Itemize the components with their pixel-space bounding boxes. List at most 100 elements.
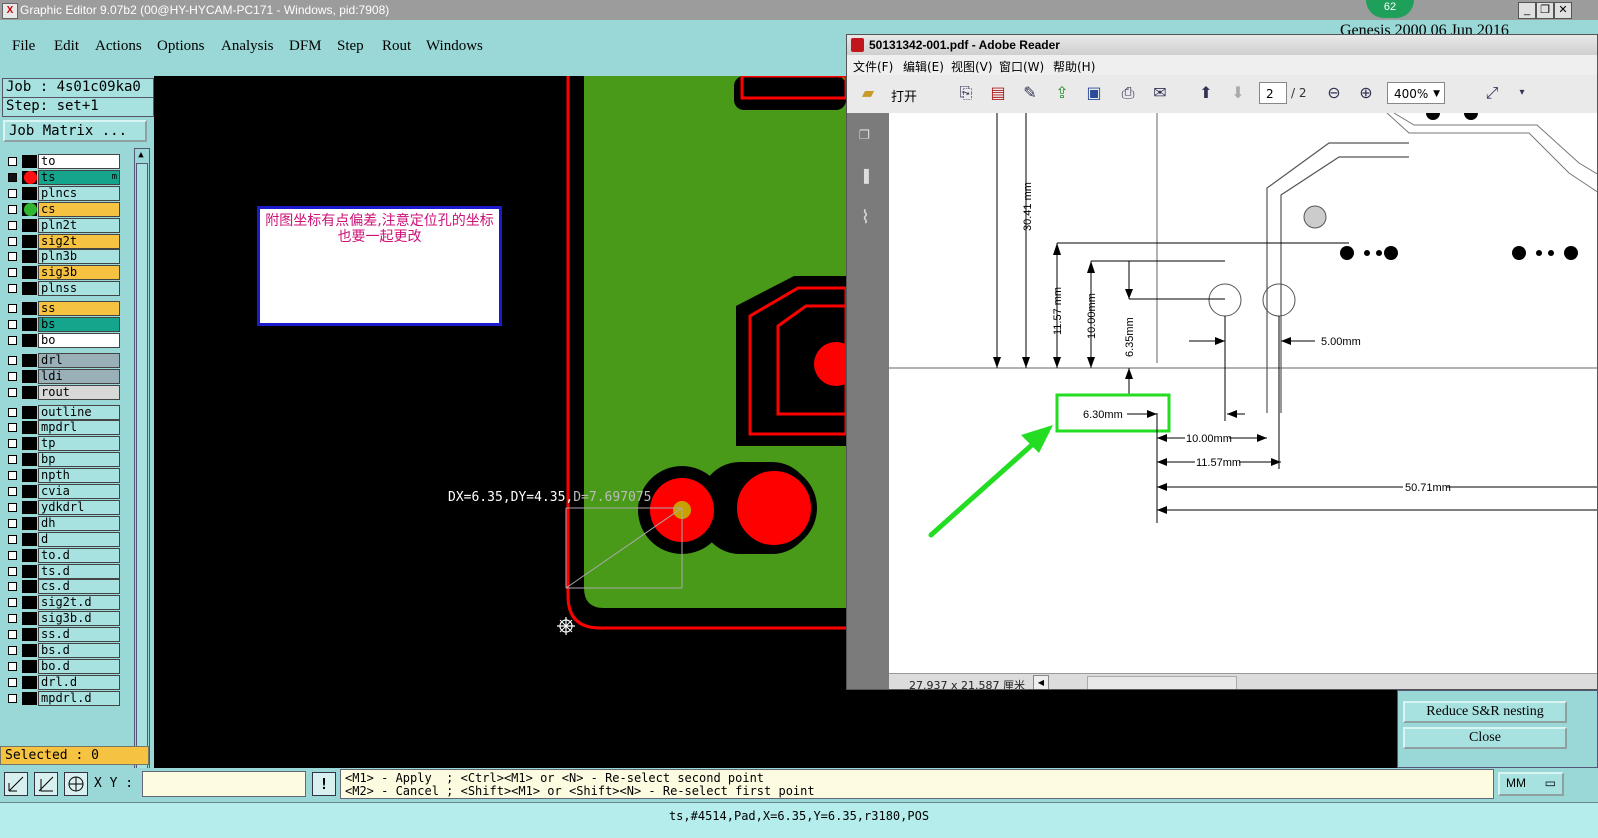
layer-name[interactable]: npth <box>38 468 120 484</box>
layer-name[interactable]: rout <box>38 384 120 400</box>
layer-checkbox[interactable] <box>8 407 17 417</box>
layer-row[interactable]: to.d <box>4 547 120 563</box>
layer-swatch[interactable] <box>22 421 37 435</box>
layer-name[interactable]: outline <box>38 404 120 420</box>
layer-swatch[interactable] <box>22 469 37 483</box>
layer-swatch[interactable] <box>22 282 37 296</box>
layer-checkbox[interactable] <box>8 304 17 314</box>
layer-row[interactable]: outline <box>4 404 120 420</box>
menu-analysis[interactable]: Analysis <box>221 38 274 55</box>
layer-name[interactable]: sig3b <box>38 265 120 281</box>
layer-checkbox[interactable] <box>8 518 17 528</box>
layer-name[interactable]: bo.d <box>38 658 120 674</box>
page-down-icon[interactable]: ⬇ <box>1227 83 1249 103</box>
close-window-button[interactable]: ✕ <box>1554 2 1572 19</box>
layer-name[interactable]: dh <box>38 515 120 531</box>
job-matrix-button[interactable]: Job Matrix ... <box>3 120 147 142</box>
layer-checkbox[interactable] <box>8 220 17 230</box>
layer-checkbox[interactable] <box>8 204 17 214</box>
layer-row[interactable]: sig3b.d <box>4 611 120 627</box>
layer-row[interactable]: sig2t <box>4 233 120 249</box>
layer-name[interactable]: to <box>38 154 120 169</box>
layer-checkbox[interactable] <box>8 471 17 481</box>
layer-swatch[interactable] <box>22 234 37 248</box>
layer-name[interactable]: mpdrl.d <box>38 690 120 706</box>
layer-checkbox[interactable] <box>8 157 17 166</box>
layer-row[interactable]: sig2t.d <box>4 595 120 611</box>
menu-edit[interactable]: Edit <box>54 38 79 55</box>
menu-options[interactable]: Options <box>157 38 205 55</box>
layer-name[interactable]: cs.d <box>38 579 120 595</box>
layer-name[interactable]: sig2t <box>38 233 120 249</box>
edit-icon[interactable]: ✎ <box>1019 83 1041 103</box>
layer-checkbox[interactable] <box>8 423 17 433</box>
layer-swatch[interactable] <box>22 385 37 399</box>
zoom-in-icon[interactable]: ⊕ <box>1355 83 1377 103</box>
page-up-icon[interactable]: ⬆ <box>1195 83 1217 103</box>
menu-windows[interactable]: Windows <box>426 38 483 55</box>
attachment-icon[interactable]: ⌇ <box>861 207 870 228</box>
layer-checkbox[interactable] <box>8 172 17 182</box>
layer-checkbox[interactable] <box>8 387 17 397</box>
layer-row[interactable]: mpdrl <box>4 420 120 436</box>
layer-name[interactable]: bp <box>38 452 120 468</box>
layer-checkbox[interactable] <box>8 646 17 655</box>
layer-swatch[interactable] <box>22 485 37 498</box>
menu-dfm[interactable]: DFM <box>289 38 322 55</box>
layer-row[interactable]: ss <box>4 301 120 317</box>
layer-swatch[interactable] <box>22 250 37 264</box>
layer-name[interactable]: drl <box>38 352 120 368</box>
fit-page-icon[interactable]: ⤢ <box>1481 83 1503 103</box>
layer-name[interactable]: bo <box>38 332 120 348</box>
page-number-input[interactable]: 2 <box>1259 82 1287 104</box>
layer-name[interactable]: cvia <box>38 484 120 499</box>
layer-row[interactable]: npth <box>4 468 120 484</box>
layer-name[interactable]: plnss <box>38 281 120 297</box>
layer-row[interactable]: to <box>4 154 120 169</box>
layer-checkbox[interactable] <box>8 630 17 640</box>
unit-select[interactable]: MM ▭ <box>1498 772 1564 796</box>
layer-name[interactable]: ss.d <box>38 627 120 643</box>
reader-menu-help[interactable]: 帮助(H) <box>1053 58 1095 75</box>
snap-icon[interactable] <box>4 772 28 796</box>
layer-name[interactable]: ts.d <box>38 563 120 579</box>
layer-scrollbar[interactable]: ▲ ▼ <box>134 148 150 818</box>
layer-row[interactable]: drl.d <box>4 674 120 690</box>
layer-checkbox[interactable] <box>8 566 17 576</box>
upload-icon[interactable]: ⇪ <box>1051 83 1073 103</box>
folder-open-icon[interactable]: ▰ <box>857 83 879 103</box>
layer-checkbox[interactable] <box>8 614 17 624</box>
pdf-document-view[interactable]: 30.41 mm 11.57 mm 10.00mm 6.35mm 5.00mm … <box>889 113 1597 673</box>
layer-swatch[interactable] <box>22 405 37 419</box>
layer-row[interactable]: ts m <box>4 169 120 185</box>
layer-row[interactable]: mpdrl.d <box>4 690 120 706</box>
save-icon[interactable]: ▣ <box>1083 83 1105 103</box>
layer-swatch[interactable] <box>22 532 37 546</box>
layer-name[interactable]: plncs <box>38 185 120 201</box>
layer-row[interactable]: ydkdrl <box>4 499 120 515</box>
grid-icon[interactable] <box>64 772 88 796</box>
layer-swatch[interactable] <box>22 155 37 168</box>
print-icon[interactable]: ⎙ <box>1117 83 1139 103</box>
layer-row[interactable]: cs <box>4 201 120 217</box>
layer-row[interactable]: pln3b <box>4 249 120 265</box>
layer-checkbox[interactable] <box>8 236 17 246</box>
layer-row[interactable]: plncs <box>4 185 120 201</box>
layer-row[interactable]: plnss <box>4 281 120 297</box>
layer-swatch[interactable] <box>22 333 37 347</box>
layer-name[interactable]: bs.d <box>38 643 120 658</box>
layer-name[interactable]: sig2t.d <box>38 595 120 611</box>
close-button[interactable]: Close <box>1403 727 1567 749</box>
layer-checkbox[interactable] <box>8 677 17 687</box>
open-button-label[interactable]: 打开 <box>891 86 917 105</box>
layer-swatch[interactable] <box>22 266 37 280</box>
pdf-reader-window[interactable]: 50131342-001.pdf - Adobe Reader 文件(F) 编辑… <box>846 34 1598 690</box>
reduce-sr-nesting-button[interactable]: Reduce S&R nesting <box>1403 701 1567 723</box>
menu-rout[interactable]: Rout <box>382 38 411 55</box>
layer-row[interactable]: bo.d <box>4 658 120 674</box>
maximize-button[interactable]: ❐ <box>1536 2 1554 19</box>
layer-swatch[interactable] <box>22 659 37 673</box>
layer-name[interactable]: ss <box>38 301 120 317</box>
layer-row[interactable]: bs <box>4 317 120 332</box>
layer-swatch[interactable] <box>22 437 37 451</box>
